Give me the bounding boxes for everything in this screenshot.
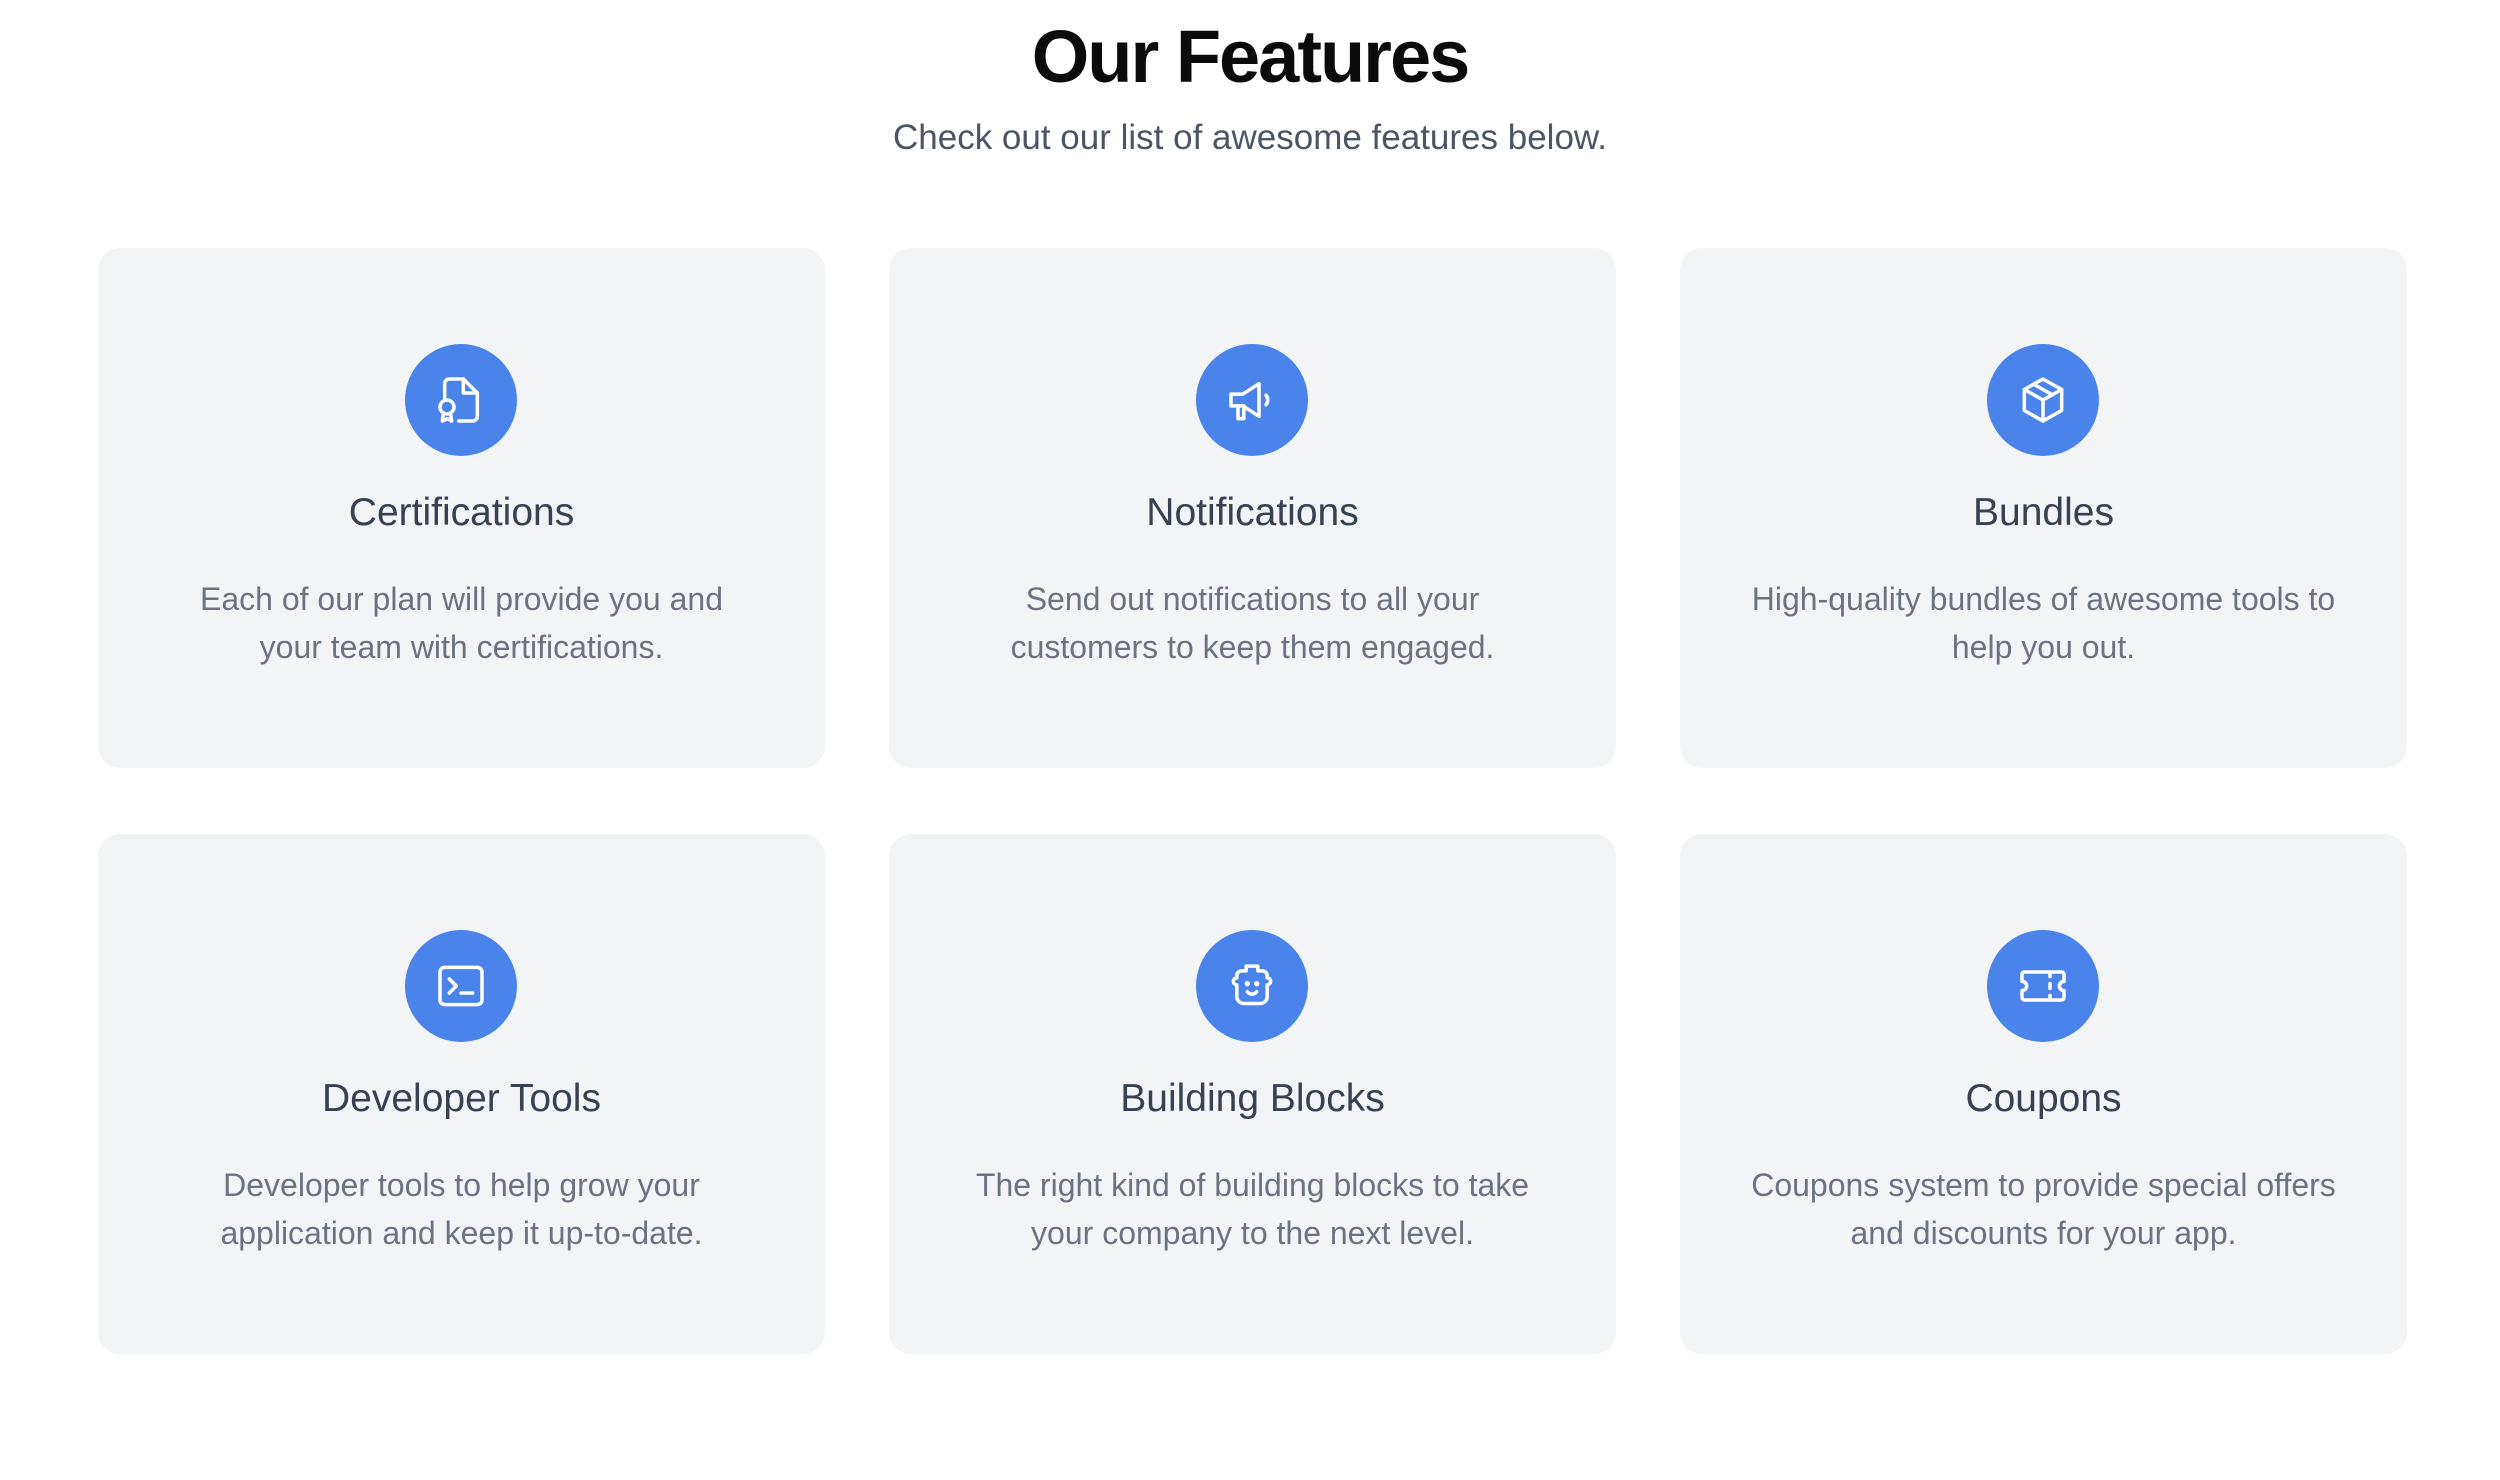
ticket-icon	[1987, 930, 2099, 1042]
feature-title: Bundles	[1973, 491, 2114, 534]
page-title: Our Features	[1031, 15, 1471, 98]
lego-block-icon	[1196, 930, 1308, 1042]
page-subtitle: Check out our list of awesome features b…	[893, 118, 1607, 157]
box-icon	[1987, 344, 2099, 456]
feature-description: Developer tools to help grow your applic…	[220, 1167, 703, 1251]
feature-title: Notifications	[1146, 491, 1359, 534]
feature-title: Coupons	[1965, 1077, 2122, 1120]
features-page: Our Features Check out our list of aweso…	[0, 0, 2500, 1480]
feature-card-building-blocks: Building Blocks The right kind of buildi…	[889, 834, 1616, 1354]
megaphone-icon	[1196, 344, 1308, 456]
terminal-icon	[405, 930, 517, 1042]
feature-card-certifications: Certifications Each of our plan will pro…	[98, 248, 825, 768]
feature-description: Coupons system to provide special offers…	[1751, 1167, 2336, 1251]
feature-card-notifications: Notifications Send out notifications to …	[889, 248, 1616, 768]
feature-description: Send out notifications to all your custo…	[1010, 581, 1495, 665]
feature-description: High-quality bundles of awesome tools to…	[1751, 581, 2336, 665]
feature-title: Building Blocks	[1120, 1077, 1385, 1120]
feature-card-developer-tools: Developer Tools Developer tools to help …	[98, 834, 825, 1354]
feature-title: Developer Tools	[322, 1077, 601, 1120]
certificate-icon	[405, 344, 517, 456]
feature-card-coupons: Coupons Coupons system to provide specia…	[1680, 834, 2407, 1354]
feature-description: The right kind of building blocks to tak…	[975, 1167, 1530, 1251]
feature-card-bundles: Bundles High-quality bundles of awesome …	[1680, 248, 2407, 768]
feature-title: Certifications	[348, 491, 575, 534]
feature-description: Each of our plan will provide you and yo…	[200, 581, 723, 665]
